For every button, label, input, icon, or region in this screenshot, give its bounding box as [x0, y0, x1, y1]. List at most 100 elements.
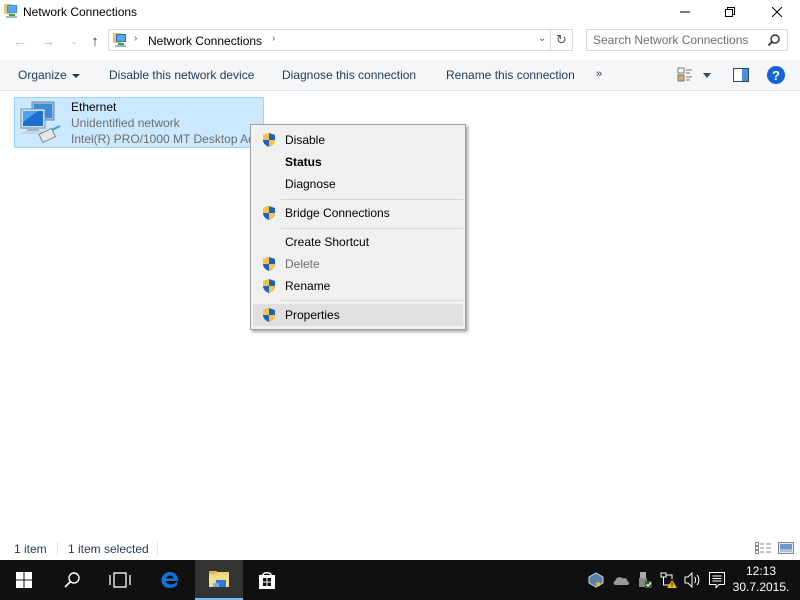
taskbar: 12:13 30.7.2015. [0, 560, 800, 600]
menu-separator [281, 228, 463, 229]
search-icon [64, 572, 80, 588]
refresh-icon: ↻ [556, 32, 567, 47]
menu-item-label: Bridge Connections [285, 206, 390, 220]
menu-item-rename[interactable]: Rename [253, 275, 463, 297]
address-bar[interactable]: › Network Connections › ⌄ [108, 29, 551, 51]
menu-separator [281, 199, 463, 200]
search-button[interactable] [48, 560, 96, 600]
ethernet-adapter-icon [20, 101, 61, 144]
menu-item-label: Disable [285, 133, 326, 147]
breadcrumb-separator[interactable]: › [272, 33, 275, 44]
large-icons-view-icon[interactable] [778, 542, 794, 554]
refresh-button[interactable]: ↻ [551, 29, 573, 51]
menu-item-bridge-connections[interactable]: Bridge Connections [253, 202, 463, 224]
action-center-icon [709, 572, 725, 589]
uac-shield-icon [263, 308, 275, 322]
virtualbox-icon [588, 572, 604, 588]
diagnose-connection-button[interactable]: Diagnose this connection [282, 68, 416, 82]
menu-item-label: Delete [285, 257, 320, 271]
network-warning-icon [660, 572, 677, 588]
menu-item-label: Create Shortcut [285, 235, 370, 249]
breadcrumb-network-connections[interactable]: Network Connections [148, 34, 262, 48]
context-menu: Disable Status Diagnose Bridge Connectio… [250, 124, 466, 330]
navigation-bar: ← → ⌄ ↑ › Network Connections › ⌄ ↻ [0, 28, 800, 54]
rename-connection-button[interactable]: Rename this connection [446, 68, 575, 82]
address-dropdown-icon[interactable]: ⌄ [538, 33, 546, 44]
menu-item-label: Properties [285, 308, 340, 322]
disable-device-button[interactable]: Disable this network device [109, 68, 254, 82]
connection-adapter: Intel(R) PRO/1000 MT Desktop Adapter [71, 132, 264, 146]
menu-item-diagnose[interactable]: Diagnose [253, 173, 463, 195]
restore-button[interactable] [707, 0, 753, 24]
taskbar-app-edge[interactable] [146, 560, 194, 600]
uac-shield-icon [263, 133, 275, 147]
taskbar-app-store[interactable] [243, 560, 291, 600]
details-view-icon[interactable] [755, 542, 771, 554]
back-button[interactable]: ← [10, 31, 30, 51]
window-title: Network Connections [23, 5, 138, 19]
uac-shield-icon [263, 257, 275, 271]
command-bar: Organize Disable this network device Dia… [0, 60, 800, 91]
windows-logo-icon [16, 572, 32, 588]
arrow-up-icon: ↑ [91, 32, 99, 50]
tray-onedrive[interactable] [609, 560, 633, 600]
menu-item-status[interactable]: Status [253, 151, 463, 173]
minimize-icon [680, 11, 690, 13]
organize-label: Organize [18, 68, 67, 82]
task-view-icon [109, 572, 131, 588]
menu-item-label: Status [285, 155, 322, 169]
forward-button[interactable]: → [38, 31, 58, 51]
status-separator [157, 542, 158, 556]
clock-date: 30.7.2015. [732, 580, 790, 594]
menu-item-disable[interactable]: Disable [253, 129, 463, 151]
arrow-left-icon: ← [13, 33, 27, 49]
breadcrumb-separator[interactable]: › [134, 33, 137, 44]
taskbar-app-file-explorer[interactable] [195, 560, 243, 600]
minimize-button[interactable] [662, 0, 708, 24]
file-explorer-icon [209, 571, 229, 587]
status-separator [57, 542, 58, 556]
selected-count: 1 item selected [68, 542, 149, 556]
connection-status: Unidentified network [71, 116, 180, 130]
preview-pane-icon[interactable] [733, 68, 749, 82]
edge-icon [161, 572, 179, 588]
task-view-button[interactable] [96, 560, 144, 600]
store-icon [259, 572, 275, 589]
volume-icon [684, 572, 700, 588]
menu-item-create-shortcut[interactable]: Create Shortcut [253, 231, 463, 253]
search-input[interactable] [593, 33, 763, 47]
close-button[interactable] [754, 0, 800, 24]
connection-name: Ethernet [71, 100, 117, 114]
title-bar: Network Connections [0, 0, 800, 24]
close-icon [772, 7, 782, 17]
search-box[interactable] [586, 29, 788, 51]
menu-separator [281, 300, 463, 301]
network-connections-icon [4, 4, 18, 18]
connection-item-ethernet[interactable]: Ethernet Unidentified network Intel(R) P… [14, 97, 264, 148]
menu-item-properties[interactable]: Properties [253, 304, 463, 326]
tray-action-center[interactable] [705, 560, 729, 600]
onedrive-icon [613, 577, 629, 585]
up-button[interactable]: ↑ [85, 31, 105, 51]
search-icon[interactable] [767, 33, 781, 47]
organize-button[interactable]: Organize [18, 68, 80, 82]
uac-shield-icon [263, 206, 275, 220]
menu-item-delete: Delete [253, 253, 463, 275]
help-button[interactable]: ? [767, 66, 785, 84]
restore-icon [725, 7, 735, 17]
tray-virtualbox[interactable] [584, 560, 608, 600]
clock[interactable]: 12:13 30.7.2015. [728, 563, 794, 595]
status-bar: 1 item 1 item selected [0, 538, 800, 560]
view-options-dropdown[interactable] [703, 73, 711, 78]
menu-item-label: Diagnose [285, 177, 336, 191]
arrow-right-icon: → [41, 33, 55, 49]
tray-volume[interactable] [681, 560, 705, 600]
start-button[interactable] [0, 560, 48, 600]
network-connections-icon [113, 33, 126, 47]
more-commands-button[interactable]: » [596, 68, 602, 80]
tray-network-warning[interactable] [657, 560, 681, 600]
recent-locations-button[interactable]: ⌄ [64, 31, 84, 51]
change-view-icon[interactable] [677, 67, 693, 83]
tray-usb-device[interactable] [633, 560, 657, 600]
caret-down-icon [71, 73, 80, 78]
